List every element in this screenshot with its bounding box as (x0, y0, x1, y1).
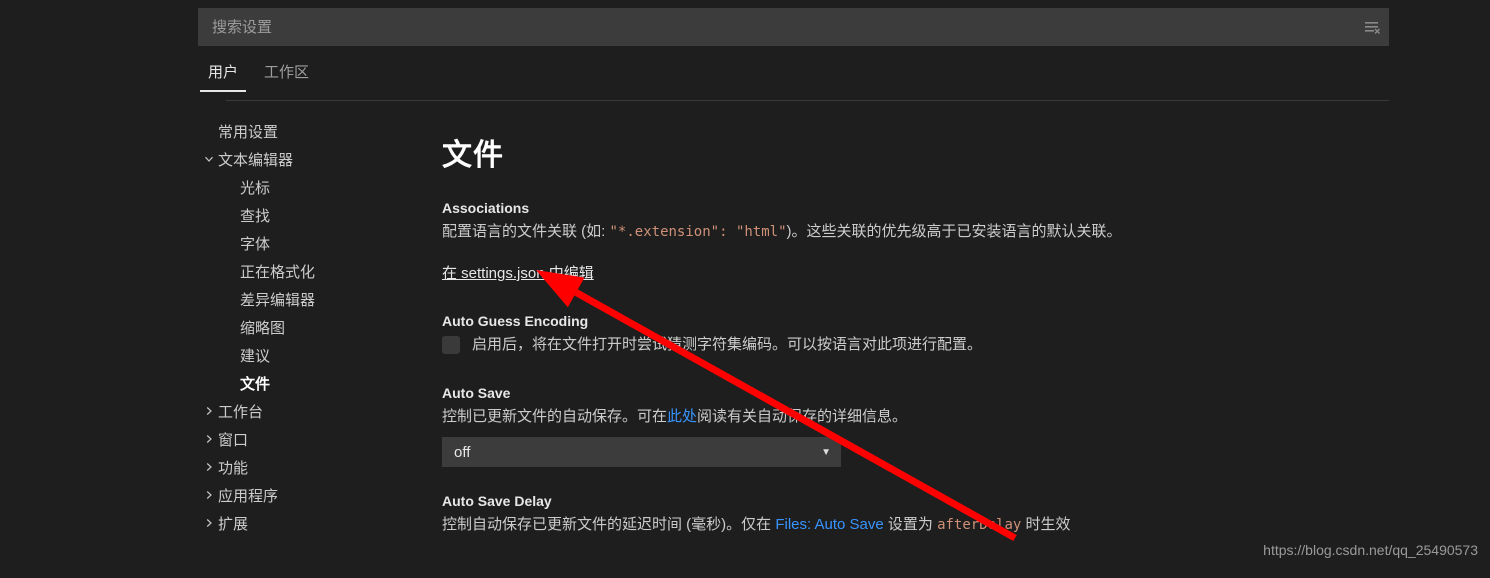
clear-filter-icon[interactable] (1355, 8, 1389, 46)
settings-content: 文件 Associations 配置语言的文件关联 (如: "*.extensi… (442, 130, 1442, 561)
sidebar-item-2[interactable]: 光标 (200, 173, 435, 201)
sidebar-item-10[interactable]: 工作台 (200, 397, 435, 425)
setting-auto-save-delay: Auto Save Delay 控制自动保存已更新文件的延迟时间 (毫秒)。仅在… (442, 493, 1442, 535)
sidebar-item-0[interactable]: 常用设置 (200, 117, 435, 145)
setting-auto-guess-encoding: Auto Guess Encoding 启用后，将在文件打开时尝试猜测字符集编码… (442, 313, 1442, 355)
sidebar-item-label: 差异编辑器 (240, 291, 316, 309)
chevron-right-icon (200, 517, 218, 529)
chevron-right-icon (200, 461, 218, 473)
sidebar-item-label: 常用设置 (218, 123, 279, 141)
sidebar-item-label: 光标 (240, 179, 271, 197)
clear-filter-glyph (1365, 22, 1380, 34)
code-token: "*.extension" (609, 224, 720, 240)
chevron-down-icon (200, 153, 218, 165)
sidebar-item-7[interactable]: 缩略图 (200, 313, 435, 341)
setting-desc-associations: 配置语言的文件关联 (如: "*.extension": "html")。这些关… (442, 222, 1442, 242)
auto-save-select-value: off (454, 443, 471, 461)
setting-desc-auto-save: 控制已更新文件的自动保存。可在此处阅读有关自动保存的详细信息。 (442, 407, 1442, 427)
settings-tree: 常用设置文本编辑器光标查找字体正在格式化差异编辑器缩略图建议文件工作台窗口功能应… (200, 117, 435, 537)
auto-guess-encoding-checkbox[interactable] (442, 336, 460, 354)
tab-workspace[interactable]: 工作区 (254, 58, 319, 92)
tab-user[interactable]: 用户 (198, 58, 248, 92)
chevron-right-icon (200, 433, 218, 445)
auto-save-select[interactable]: off ▼ (442, 437, 841, 467)
page-title: 文件 (442, 139, 504, 172)
code-token: afterDelay (937, 517, 1022, 533)
setting-key-associations: Associations (442, 200, 530, 216)
settings-search-bar[interactable] (198, 8, 1389, 46)
setting-associations: Associations 配置语言的文件关联 (如: "*.extension"… (442, 200, 1442, 283)
desc-text: 阅读有关自动保存的详细信息。 (697, 408, 908, 425)
desc-text: 设置为 (883, 516, 938, 533)
desc-text: 控制已更新文件的自动保存。可在 (442, 408, 668, 425)
watermark: https://blog.csdn.net/qq_25490573 (1263, 542, 1478, 558)
desc-text: 时生效 (1021, 516, 1071, 533)
setting-desc-auto-guess-encoding: 启用后，将在文件打开时尝试猜测字符集编码。可以按语言对此项进行配置。 (472, 335, 982, 355)
sidebar-item-label: 文件 (240, 375, 271, 393)
sidebar-item-label: 功能 (218, 459, 249, 477)
sidebar-item-14[interactable]: 扩展 (200, 509, 435, 537)
sidebar-item-label: 字体 (240, 235, 271, 253)
sidebar-item-label: 扩展 (218, 515, 249, 533)
edit-in-settings-json-link[interactable]: 在 settings.json 中编辑 (442, 262, 594, 283)
setting-key-auto-guess-encoding: Auto Guess Encoding (442, 313, 589, 329)
sidebar-item-11[interactable]: 窗口 (200, 425, 435, 453)
sidebar-item-9[interactable]: 文件 (200, 369, 435, 397)
setting-desc-auto-save-delay: 控制自动保存已更新文件的延迟时间 (毫秒)。仅在 Files: Auto Sav… (442, 515, 1442, 535)
sidebar-item-label: 应用程序 (218, 487, 279, 505)
setting-key-auto-save: Auto Save (442, 385, 511, 401)
inline-link[interactable]: Files: Auto Save (775, 516, 883, 533)
settings-scope-tabs: 用户 工作区 (198, 58, 319, 98)
sidebar-item-8[interactable]: 建议 (200, 341, 435, 369)
sidebar-item-13[interactable]: 应用程序 (200, 481, 435, 509)
sidebar-item-1[interactable]: 文本编辑器 (200, 145, 435, 173)
code-token: : (719, 224, 736, 240)
code-token: "html" (735, 224, 787, 240)
chevron-right-icon (200, 489, 218, 501)
setting-auto-save: Auto Save 控制已更新文件的自动保存。可在此处阅读有关自动保存的详细信息… (442, 385, 1442, 467)
sidebar-item-label: 文本编辑器 (218, 151, 294, 169)
sidebar-item-5[interactable]: 正在格式化 (200, 257, 435, 285)
desc-text: 启用后，将在文件打开时尝试猜测字符集编码。可以按语言对此项进行配置。 (472, 336, 983, 353)
sidebar-item-label: 正在格式化 (240, 263, 316, 281)
desc-text: 控制自动保存已更新文件的延迟时间 (毫秒)。仅在 (442, 516, 776, 533)
tabs-divider (226, 100, 1389, 101)
sidebar-item-label: 建议 (240, 347, 271, 365)
auto-guess-encoding-row: 启用后，将在文件打开时尝试猜测字符集编码。可以按语言对此项进行配置。 (442, 335, 1442, 355)
setting-key-auto-save-delay: Auto Save Delay (442, 493, 552, 509)
tab-user-label: 用户 (208, 64, 239, 81)
desc-text: 配置语言的文件关联 (如: (442, 223, 610, 240)
sidebar-item-label: 窗口 (218, 431, 249, 449)
sidebar-item-label: 缩略图 (240, 319, 286, 337)
chevron-right-icon (200, 405, 218, 417)
sidebar-item-6[interactable]: 差异编辑器 (200, 285, 435, 313)
tab-workspace-label: 工作区 (264, 64, 310, 81)
sidebar-item-label: 查找 (240, 207, 271, 225)
sidebar-item-12[interactable]: 功能 (200, 453, 435, 481)
search-input[interactable] (198, 8, 1355, 46)
inline-link[interactable]: 此处 (667, 408, 697, 425)
sidebar-item-4[interactable]: 字体 (200, 229, 435, 257)
desc-text: )。这些关联的优先级高于已安装语言的默认关联。 (786, 223, 1122, 240)
chevron-down-icon: ▼ (821, 446, 831, 458)
sidebar-item-label: 工作台 (218, 403, 264, 421)
sidebar-item-3[interactable]: 查找 (200, 201, 435, 229)
